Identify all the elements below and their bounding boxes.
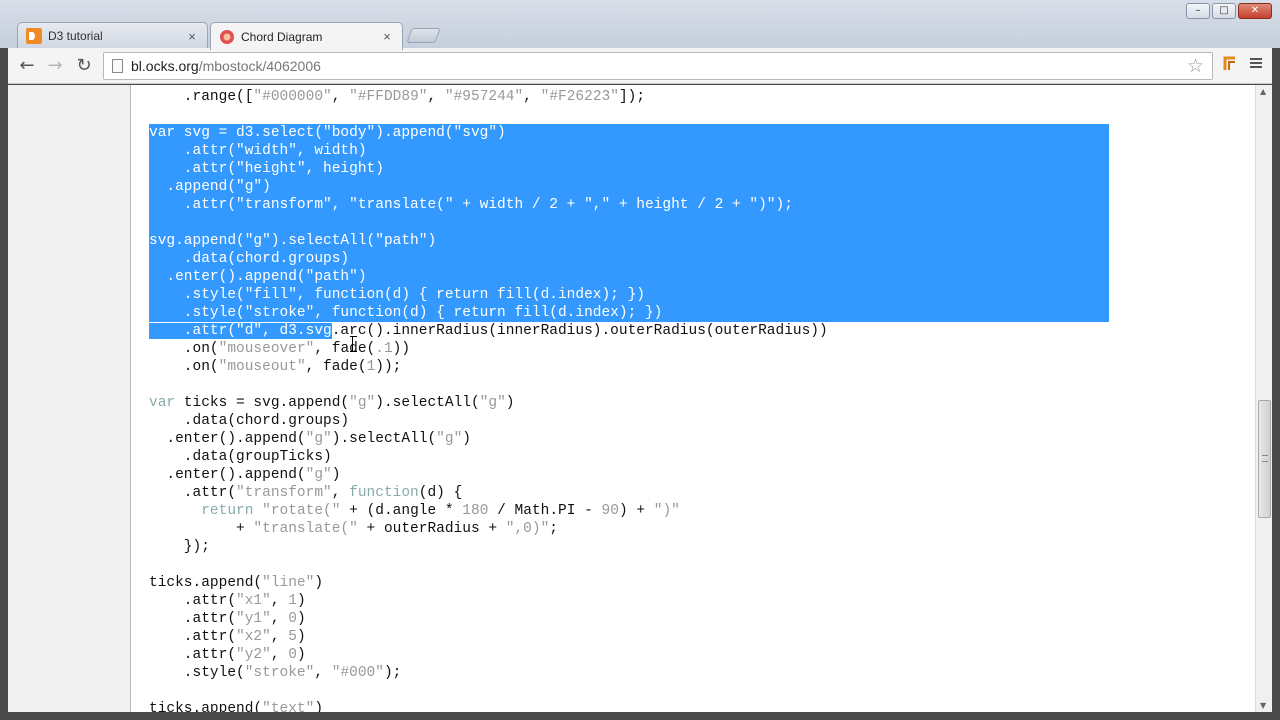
url-path: /mbostock/4062006 <box>198 58 321 74</box>
menu-icon[interactable] <box>1244 54 1268 78</box>
bookmark-star-icon[interactable]: ☆ <box>1187 53 1204 79</box>
code-line: .attr("x1", 1) <box>149 593 306 609</box>
code-line: .enter().append("path") <box>149 268 1109 286</box>
code-line: .data(chord.groups) <box>149 413 350 429</box>
page-viewport[interactable]: .domain(d3.range(4)) .range(["#000000", … <box>8 85 1272 712</box>
minimize-button[interactable]: – <box>1186 3 1210 19</box>
d3-favicon-icon <box>26 28 42 44</box>
scroll-up-arrow-icon[interactable]: ▲ <box>1260 87 1266 96</box>
code-block[interactable]: .domain(d3.range(4)) .range(["#000000", … <box>149 85 1109 712</box>
back-button[interactable]: ← <box>14 54 40 78</box>
code-line: svg.append("g").selectAll("path") <box>149 232 1109 250</box>
tab-d3-tutorial[interactable]: D3 tutorial × <box>17 22 208 49</box>
forward-button[interactable]: → <box>42 54 68 78</box>
code-line: .data(chord.groups) <box>149 250 1109 268</box>
code-line: .attr("y1", 0) <box>149 611 306 627</box>
vertical-scrollbar[interactable]: ▲ ▼ <box>1255 85 1272 712</box>
code-line: var svg = d3.select("body").append("svg"… <box>149 124 1109 142</box>
code-line: .on("mouseover", fade(.1)) <box>149 341 411 357</box>
new-tab-button[interactable] <box>406 28 441 43</box>
tab-close-icon[interactable]: × <box>380 29 394 44</box>
close-window-button[interactable]: ✕ <box>1238 3 1272 19</box>
code-line: ticks.append("line") <box>149 575 324 591</box>
code-line: .data(groupTicks) <box>149 449 332 465</box>
page-border <box>130 85 131 712</box>
text-cursor-icon <box>350 336 357 352</box>
code-line: .style("stroke", function(d) { return fi… <box>149 304 1109 322</box>
code-line: .enter().append("g").selectAll("g") <box>149 431 471 447</box>
chord-favicon-icon <box>220 29 234 44</box>
code-line: }); <box>149 539 210 555</box>
code-line: .attr("transform", "translate(" + width … <box>149 196 1109 214</box>
browser-titlebar: – □ ✕ D3 tutorial × Chord Diagram × <box>0 0 1280 50</box>
maximize-button[interactable]: □ <box>1212 3 1236 19</box>
code-line: ticks.append("text") <box>149 701 324 712</box>
window-controls: – □ ✕ <box>1186 3 1272 19</box>
code-line: .style("stroke", "#000"); <box>149 665 402 681</box>
tab-label: D3 tutorial <box>48 29 103 43</box>
code-line: .attr("height", height) <box>149 160 1109 178</box>
code-line: .attr("width", width) <box>149 142 1109 160</box>
address-bar[interactable]: bl.ocks.org/mbostock/4062006 ☆ <box>103 52 1213 80</box>
code-line: .style("fill", function(d) { return fill… <box>149 286 1109 304</box>
code-line: .attr("y2", 0) <box>149 647 306 663</box>
page-margin <box>8 85 130 712</box>
code-line: + "translate(" + outerRadius + ",0)"; <box>149 521 558 537</box>
code-line: .attr("transform", function(d) { <box>149 485 463 501</box>
code-line: .range(["#000000", "#FFDD89", "#957244",… <box>149 89 646 105</box>
tab-close-icon[interactable]: × <box>185 29 199 44</box>
code-line <box>149 214 1109 232</box>
code-line: .on("mouseout", fade(1)); <box>149 359 402 375</box>
scroll-down-arrow-icon[interactable]: ▼ <box>1260 701 1266 710</box>
page-icon <box>112 59 123 73</box>
scroll-thumb[interactable] <box>1258 400 1271 518</box>
code-line: .enter().append("g") <box>149 467 341 483</box>
code-line: return "rotate(" + (d.angle * 180 / Math… <box>201 503 680 519</box>
browser-toolbar: ← → ↻ bl.ocks.org/mbostock/4062006 ☆ <box>8 48 1272 84</box>
code-line: .attr("x2", 5) <box>149 629 306 645</box>
tab-label: Chord Diagram <box>241 29 323 44</box>
url-host: bl.ocks.org <box>131 58 199 74</box>
tab-chord-diagram[interactable]: Chord Diagram × <box>210 22 403 50</box>
code-line: .append("g") <box>149 178 1109 196</box>
reload-button[interactable]: ↻ <box>71 54 97 78</box>
extension-icon[interactable] <box>1218 54 1242 78</box>
code-line: var ticks = svg.append("g").selectAll("g… <box>149 395 515 411</box>
code-line: .attr("d", d3.svg.arc().innerRadius(inne… <box>149 323 828 339</box>
